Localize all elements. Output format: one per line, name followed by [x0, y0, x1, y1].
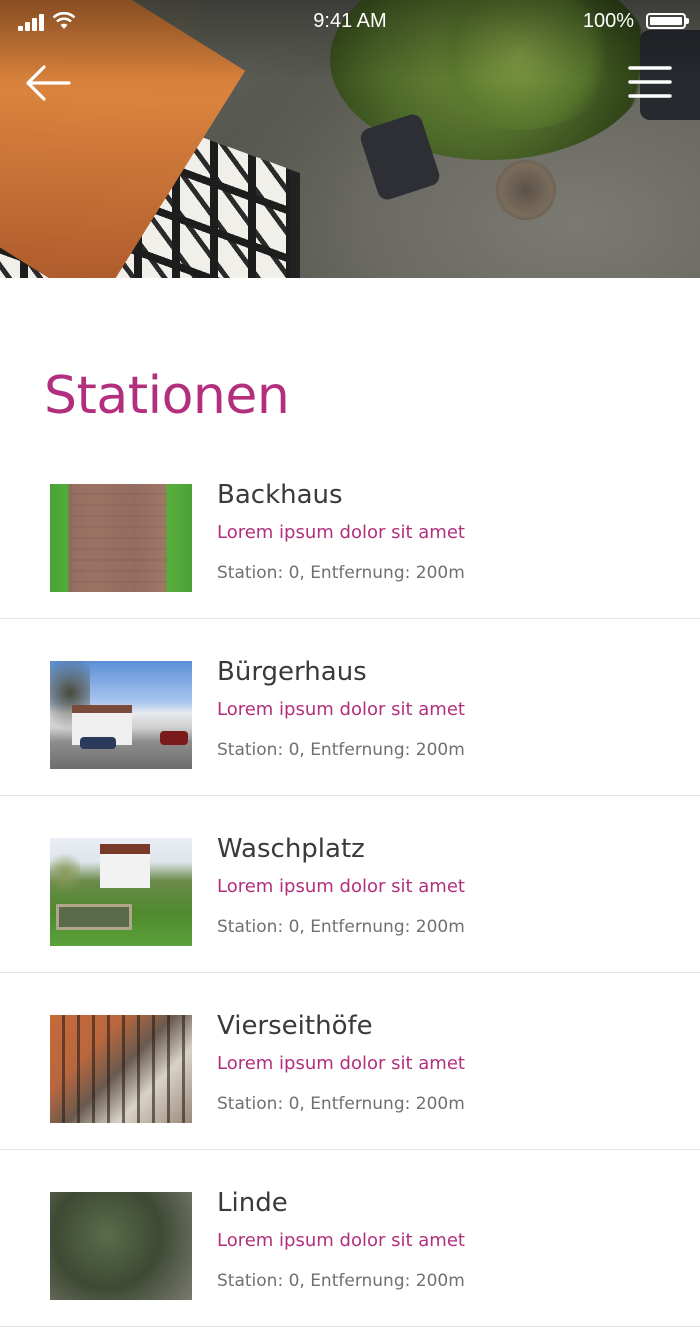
hero-image: 9:41 AM 100% — [0, 0, 700, 278]
station-name: Linde — [217, 1188, 288, 1218]
station-subtitle: Lorem ipsum dolor sit amet — [217, 1230, 465, 1251]
page-title: Stationen — [44, 366, 290, 426]
station-name: Vierseithöfe — [217, 1011, 373, 1041]
station-thumbnail — [50, 661, 192, 769]
station-meta: Station: 0, Entfernung: 200m — [217, 1271, 465, 1291]
station-subtitle: Lorem ipsum dolor sit amet — [217, 522, 465, 543]
station-item-buergerhaus[interactable]: Bürgerhaus Lorem ipsum dolor sit amet St… — [0, 619, 700, 796]
hamburger-menu-icon — [628, 66, 672, 98]
station-name: Bürgerhaus — [217, 657, 367, 687]
station-thumbnail — [50, 1192, 192, 1300]
station-item-waschplatz[interactable]: Waschplatz Lorem ipsum dolor sit amet St… — [0, 796, 700, 973]
battery-icon — [646, 13, 689, 29]
station-subtitle: Lorem ipsum dolor sit amet — [217, 876, 465, 897]
station-meta: Station: 0, Entfernung: 200m — [217, 740, 465, 760]
arrow-left-icon — [26, 65, 71, 101]
station-thumbnail — [50, 838, 192, 946]
menu-button[interactable] — [624, 60, 676, 106]
station-meta: Station: 0, Entfernung: 200m — [217, 563, 465, 583]
station-thumbnail — [50, 484, 192, 592]
back-button[interactable] — [22, 60, 74, 106]
station-item-backhaus[interactable]: Backhaus Lorem ipsum dolor sit amet Stat… — [0, 442, 700, 619]
station-item-vierseithoefe[interactable]: Vierseithöfe Lorem ipsum dolor sit amet … — [0, 973, 700, 1150]
station-name: Backhaus — [217, 480, 343, 510]
station-subtitle: Lorem ipsum dolor sit amet — [217, 699, 465, 720]
station-subtitle: Lorem ipsum dolor sit amet — [217, 1053, 465, 1074]
battery-percent: 100% — [582, 10, 634, 32]
station-meta: Station: 0, Entfernung: 200m — [217, 1094, 465, 1114]
station-name: Waschplatz — [217, 834, 365, 864]
status-bar: 9:41 AM 100% — [0, 0, 700, 44]
station-meta: Station: 0, Entfernung: 200m — [217, 917, 465, 937]
station-item-linde[interactable]: Linde Lorem ipsum dolor sit amet Station… — [0, 1150, 700, 1327]
station-list: Backhaus Lorem ipsum dolor sit amet Stat… — [0, 442, 700, 1327]
station-thumbnail — [50, 1015, 192, 1123]
